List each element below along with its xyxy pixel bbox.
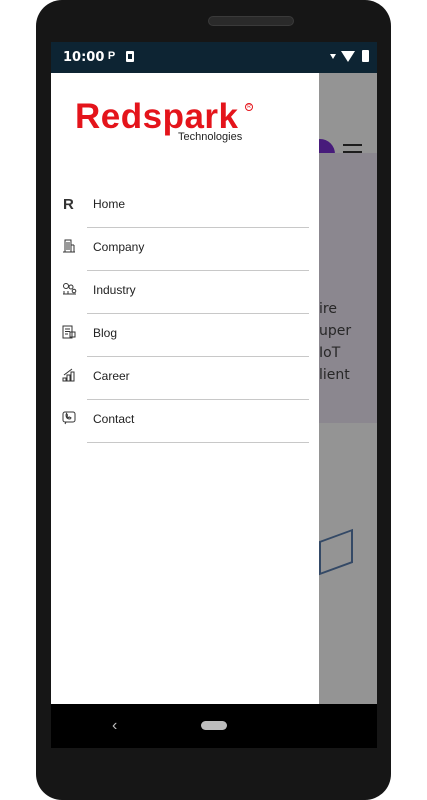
drawer-item-career[interactable]: Career bbox=[51, 358, 319, 401]
drawer-item-contact[interactable]: Contact bbox=[51, 401, 319, 444]
r-logo-icon: R bbox=[62, 196, 76, 213]
divider bbox=[87, 313, 309, 314]
divider bbox=[87, 399, 309, 400]
divider bbox=[87, 442, 309, 443]
sd-card-icon bbox=[126, 51, 134, 62]
drawer-item-home[interactable]: R Home bbox=[51, 186, 319, 229]
drawer-item-label: Company bbox=[93, 240, 145, 254]
logo-subtitle: Technologies bbox=[178, 131, 243, 143]
blog-icon bbox=[62, 325, 76, 339]
industry-gears-icon bbox=[62, 282, 77, 296]
drawer-item-industry[interactable]: Industry bbox=[51, 272, 319, 315]
home-button[interactable] bbox=[201, 721, 227, 730]
battery-icon bbox=[362, 50, 369, 62]
svg-text:R: R bbox=[63, 196, 74, 210]
earpiece-speaker bbox=[208, 16, 294, 26]
signal-icon bbox=[330, 54, 336, 59]
redspark-logo: Redspark R Technologies bbox=[75, 97, 257, 149]
navigation-drawer: Redspark R Technologies R Home Company I… bbox=[51, 73, 319, 704]
registered-mark-icon: R bbox=[245, 103, 253, 111]
career-growth-icon bbox=[62, 368, 76, 382]
divider bbox=[87, 270, 309, 271]
drawer-item-label: Contact bbox=[93, 412, 135, 426]
screen: 10:00 P ire uper IoT lient ent Redspark … bbox=[51, 42, 377, 704]
divider bbox=[87, 356, 309, 357]
back-icon[interactable]: ‹ bbox=[112, 718, 122, 734]
status-time: 10:00 bbox=[63, 50, 105, 65]
contact-phone-icon bbox=[62, 411, 76, 425]
parking-icon: P bbox=[107, 50, 116, 62]
drawer-item-company[interactable]: Company bbox=[51, 229, 319, 272]
drawer-item-label: Home bbox=[93, 197, 126, 211]
drawer-item-label: Industry bbox=[93, 283, 136, 297]
drawer-item-label: Career bbox=[93, 369, 130, 383]
drawer-item-label: Blog bbox=[93, 326, 118, 340]
building-icon bbox=[62, 239, 76, 253]
status-bar: 10:00 P bbox=[51, 42, 377, 73]
wifi-icon bbox=[341, 51, 355, 62]
drawer-item-blog[interactable]: Blog bbox=[51, 315, 319, 358]
divider bbox=[87, 227, 309, 228]
